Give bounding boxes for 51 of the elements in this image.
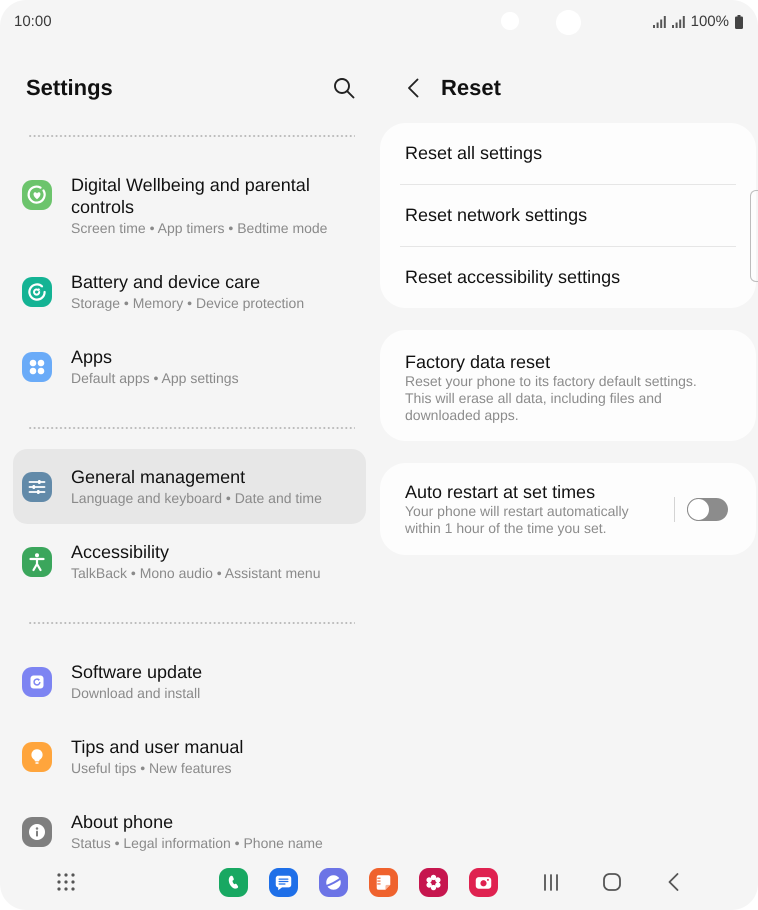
item-subtitle: Download and install <box>71 684 202 703</box>
planet-icon[interactable] <box>319 868 348 896</box>
message-icon[interactable] <box>269 868 298 896</box>
item-subtitle: TalkBack • Mono audio • Assistant menu <box>71 564 320 583</box>
settings-item[interactable]: Digital Wellbeing and parental controls Screen time • App timers • Bedtime mode <box>13 157 366 254</box>
settings-item[interactable]: General management Language and keyboard • Date and time <box>13 449 366 524</box>
back-icon[interactable] <box>668 873 679 891</box>
recent-apps-icon[interactable] <box>543 874 559 890</box>
dots-grid-icon[interactable] <box>57 873 75 891</box>
item-title: Auto restart at set times <box>405 481 596 503</box>
item-description: Your phone will restart automatically within 1 hour of the time you set. <box>405 503 630 537</box>
signal-icon <box>672 16 685 28</box>
item-title: Apps <box>71 346 114 368</box>
note-icon[interactable] <box>369 868 398 896</box>
flower-icon[interactable] <box>419 868 448 896</box>
item-subtitle: Status • Legal information • Phone name <box>71 834 323 853</box>
item-title: About phone <box>71 811 174 833</box>
search-icon[interactable] <box>333 77 355 99</box>
pane-title: Reset <box>441 74 501 102</box>
battery-icon <box>735 15 743 29</box>
item-title: Factory data reset <box>405 351 552 373</box>
settings-item[interactable]: Apps Default apps • App settings <box>13 329 366 404</box>
item-title: Accessibility <box>71 541 170 563</box>
item-subtitle: Language and keyboard • Date and time <box>71 489 322 508</box>
toggle-switch[interactable] <box>687 498 728 520</box>
signal-icon <box>652 16 666 28</box>
menu-item[interactable]: Reset network settings <box>380 185 756 246</box>
menu-item[interactable]: Reset accessibility settings <box>380 247 756 308</box>
settings-item[interactable]: Software update Download and install <box>13 644 366 719</box>
item-description: Reset your phone to its factory default settings. This will erase all data, including files and downloaded apps. <box>405 373 698 424</box>
status-time: 10:00 <box>14 12 52 32</box>
settings-item[interactable]: About phone Status • Legal information • Phone name <box>13 794 366 854</box>
battery-percent: 100% <box>690 12 729 32</box>
settings-item[interactable]: Accessibility TalkBack • Mono audio • Assistant menu <box>13 524 366 599</box>
item-title: Battery and device care <box>71 271 262 293</box>
camera-icon[interactable] <box>469 868 498 896</box>
item-title: Tips and user manual <box>71 736 244 758</box>
settings-item[interactable]: Tips and user manual Useful tips • New features <box>13 719 366 794</box>
back-icon[interactable] <box>407 78 419 98</box>
item-subtitle: Useful tips • New features <box>71 759 233 778</box>
phone-icon[interactable] <box>219 868 248 896</box>
item-title: Software update <box>71 661 202 683</box>
menu-item[interactable]: Reset all settings <box>380 123 756 184</box>
pane-title: Settings <box>26 74 113 102</box>
settings-item[interactable]: Battery and device care Storage • Memory • Device protection <box>13 254 366 329</box>
item-subtitle: Default apps • App settings <box>71 369 239 388</box>
home-icon[interactable] <box>603 873 621 891</box>
item-title: General management <box>71 466 246 488</box>
item-title: Digital Wellbeing and parental controls <box>71 174 311 218</box>
item-subtitle: Storage • Memory • Device protection <box>71 294 304 313</box>
item-subtitle: Screen time • App timers • Bedtime mode <box>71 219 328 238</box>
